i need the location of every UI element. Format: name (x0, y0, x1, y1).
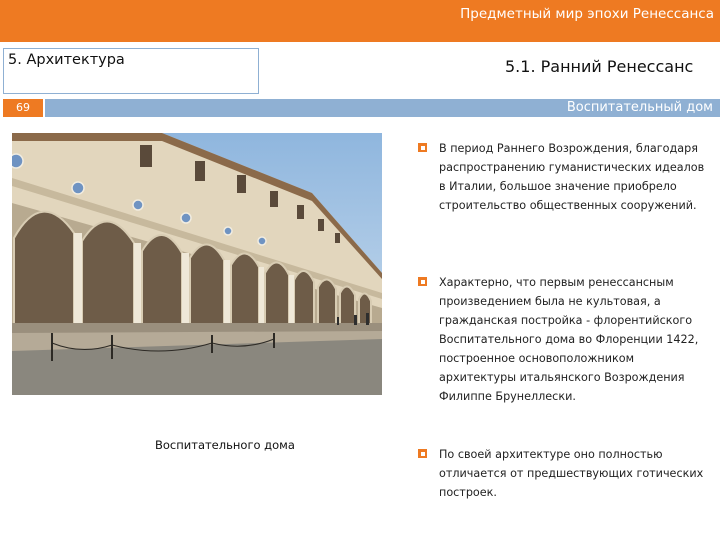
topic-bar: Воспитательный дом (45, 99, 720, 117)
building-photo (12, 133, 382, 395)
page-number: 69 (3, 99, 43, 117)
bullet-item-2: Характерно, что первым ренессансным прои… (418, 273, 714, 433)
bullet-text: В период Раннего Возрождения, благодаря … (439, 142, 705, 212)
photo-caption: Воспитательного дома (155, 438, 295, 452)
square-bullet-icon (418, 143, 427, 152)
section-label: 5. Архитектура (8, 52, 125, 68)
subsection-title: 5.1. Ранний Ренессанс (505, 57, 694, 76)
topic-title: Воспитательный дом (566, 100, 713, 115)
square-bullet-icon (418, 449, 427, 458)
square-bullet-icon (418, 277, 427, 286)
bullet-item-3: По своей архитектуре оно полностью отлич… (418, 445, 714, 505)
header-bar: Предметный мир эпохи Ренессанса (0, 0, 720, 42)
bullet-text: Характерно, что первым ренессансным прои… (439, 276, 699, 403)
section-box: 5. Архитектура (3, 48, 259, 94)
bullet-item-1: В период Раннего Возрождения, благодаря … (418, 139, 714, 259)
header-title: Предметный мир эпохи Ренессанса (460, 6, 714, 22)
bullet-text: По своей архитектуре оно полностью отлич… (439, 448, 704, 499)
